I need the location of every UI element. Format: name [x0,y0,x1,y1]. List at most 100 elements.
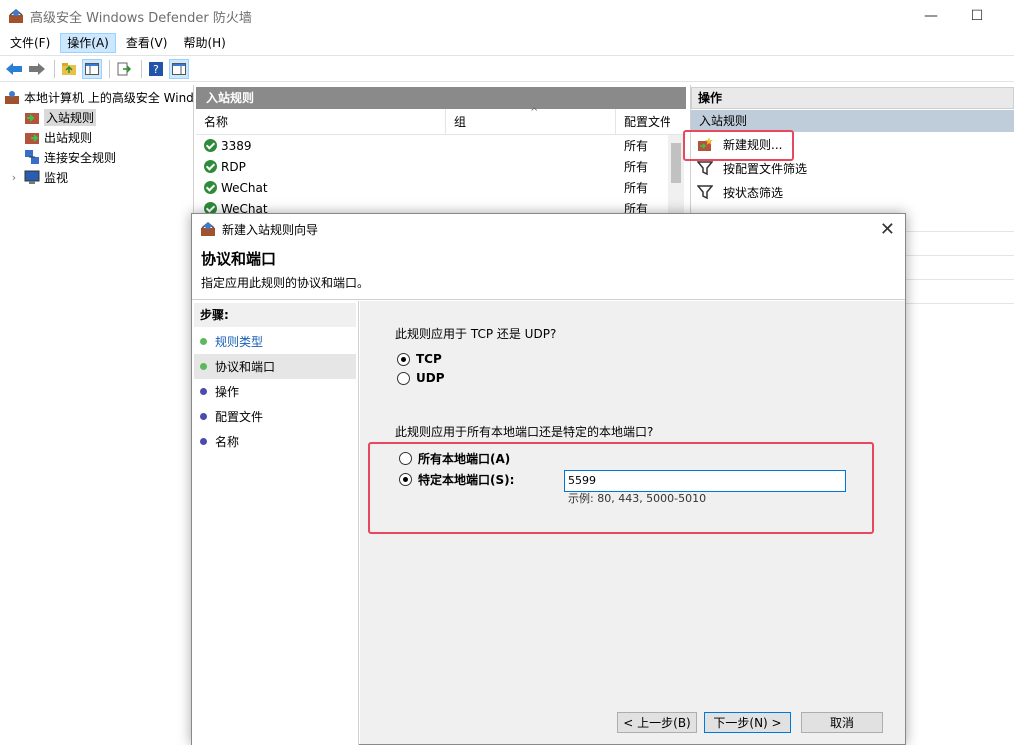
connection-security-icon [24,149,40,165]
maximize-button[interactable]: ☐ [954,0,1000,32]
protocol-question: 此规则应用于 TCP 还是 UDP? [395,327,557,341]
step-profile: 配置文件 [194,404,356,429]
dialog-subheading: 指定应用此规则的协议和端口。 [201,276,370,290]
firewall-icon [4,89,20,105]
export-list-icon[interactable] [114,59,134,79]
tree-root-label: 本地计算机 上的高级安全 Windows Defender 防火墙 [24,90,194,105]
tree-item-label: 出站规则 [44,130,93,145]
next-button[interactable]: 下一步(N) > [704,712,791,733]
filter-by-state-action[interactable]: 按状态筛选 [691,180,1014,204]
toolbar-separator [141,59,142,78]
wizard-steps: 步骤: 规则类型 协议和端口 操作 配置文件 名称 [192,301,359,745]
step-current-icon [200,363,207,370]
tree-item-inbound-rules[interactable]: 入站规则 [0,107,193,127]
column-name[interactable]: 名称 [196,108,446,135]
column-profile[interactable]: 配置文件 [616,109,670,135]
tree-item-connection-security-rules[interactable]: 连接安全规则 [0,147,193,167]
firewall-icon [200,221,216,237]
show-action-pane-icon[interactable] [169,58,189,79]
actions-header: 操作 [691,87,1014,109]
tree-item-label: 入站规则 [44,108,97,126]
toolbar: ? [0,55,1014,82]
help-icon[interactable]: ? [146,59,166,79]
firewall-icon [8,8,24,24]
dialog-title: 新建入站规则向导 [222,222,319,237]
filter-by-state-label: 按状态筛选 [723,185,784,200]
menu-action[interactable]: 操作(A) [60,33,116,53]
rules-list-pane: 入站规则 名称 组 配置文件 ^ 3389 所有 RDP 所有 WeChat 所… [196,85,686,216]
dialog-heading: 协议和端口 [201,250,277,268]
svg-text:?: ? [153,63,159,76]
column-header-row: 名称 组 配置文件 ^ [196,107,686,135]
tree-root[interactable]: 本地计算机 上的高级安全 Windows Defender 防火墙 [0,87,193,107]
tree-item-label: 监视 [44,170,69,185]
outbound-rules-icon [24,129,40,145]
sort-up-icon: ^ [530,107,539,118]
radio-unselected-icon [397,371,410,385]
rule-name: WeChat [221,180,268,195]
table-row[interactable]: WeChat 所有 [196,177,686,198]
step-pending-icon [200,388,207,395]
vertical-scrollbar[interactable] [668,135,684,215]
step-name: 名称 [194,429,356,454]
forward-arrow-icon[interactable] [27,59,47,79]
close-icon[interactable]: ✕ [880,219,895,240]
step-label: 名称 [215,435,240,449]
tree-item-monitoring[interactable]: › 监视 [0,167,193,187]
filter-icon [696,160,714,176]
window-title: 高级安全 Windows Defender 防火墙 [30,10,252,26]
dialog-title-bar: 新建入站规则向导 ✕ [192,214,905,244]
step-done-icon [200,338,207,345]
step-label: 操作 [215,385,240,399]
enabled-check-icon [204,139,217,152]
toolbar-separator [54,59,55,78]
rule-name: RDP [221,159,246,174]
rule-profile: 所有 [624,181,649,195]
enabled-check-icon [204,181,217,194]
monitor-icon [24,169,40,185]
minimize-button[interactable]: — [908,0,954,32]
menu-view[interactable]: 查看(V) [120,33,174,53]
menu-file[interactable]: 文件(F) [4,33,56,53]
step-label: 配置文件 [215,410,264,424]
actions-section-inbound[interactable]: 入站规则 [691,110,1014,132]
radio-udp[interactable]: UDP [397,371,445,385]
tree-item-label: 连接安全规则 [44,150,117,165]
filter-by-profile-label: 按配置文件筛选 [723,161,808,176]
back-button[interactable]: < 上一步(B) [617,712,697,733]
dialog-header: 协议和端口 指定应用此规则的协议和端口。 [192,244,905,300]
navigation-tree: 本地计算机 上的高级安全 Windows Defender 防火墙 入站规则 出… [0,85,194,745]
menu-bar: 文件(F) 操作(A) 查看(V) 帮助(H) [0,32,1014,54]
step-rule-type[interactable]: 规则类型 [194,329,356,354]
rules-list-header: 入站规则 [196,87,686,109]
inbound-rules-icon [24,109,40,125]
radio-label: TCP [416,352,442,366]
chevron-right-icon[interactable]: › [8,171,20,184]
folder-up-icon[interactable] [59,59,79,79]
step-label: 协议和端口 [215,360,276,374]
steps-title: 步骤: [194,303,356,327]
table-row[interactable]: 3389 所有 [196,135,686,156]
rule-name: 3389 [221,138,252,153]
radio-selected-icon [397,352,410,366]
step-action: 操作 [194,379,356,404]
show-tree-icon[interactable] [82,58,102,79]
radio-label: UDP [416,371,445,385]
menu-help[interactable]: 帮助(H) [177,33,231,53]
tree-item-outbound-rules[interactable]: 出站规则 [0,127,193,147]
highlight-box-new-rule [683,130,794,161]
step-label: 规则类型 [215,335,264,349]
back-arrow-icon[interactable] [4,59,24,79]
table-row[interactable]: RDP 所有 [196,156,686,177]
rule-profile: 所有 [624,139,649,153]
radio-tcp[interactable]: TCP [397,352,442,366]
port-question: 此规则应用于所有本地端口还是特定的本地端口? [395,425,654,439]
step-protocol-and-ports[interactable]: 协议和端口 [194,354,356,379]
filter-icon [696,184,714,200]
step-pending-icon [200,413,207,420]
title-bar: 高级安全 Windows Defender 防火墙 — ☐ [0,0,1014,32]
rule-profile: 所有 [624,160,649,174]
scrollbar-thumb[interactable] [671,143,681,183]
toolbar-separator [109,59,110,78]
cancel-button[interactable]: 取消 [801,712,883,733]
